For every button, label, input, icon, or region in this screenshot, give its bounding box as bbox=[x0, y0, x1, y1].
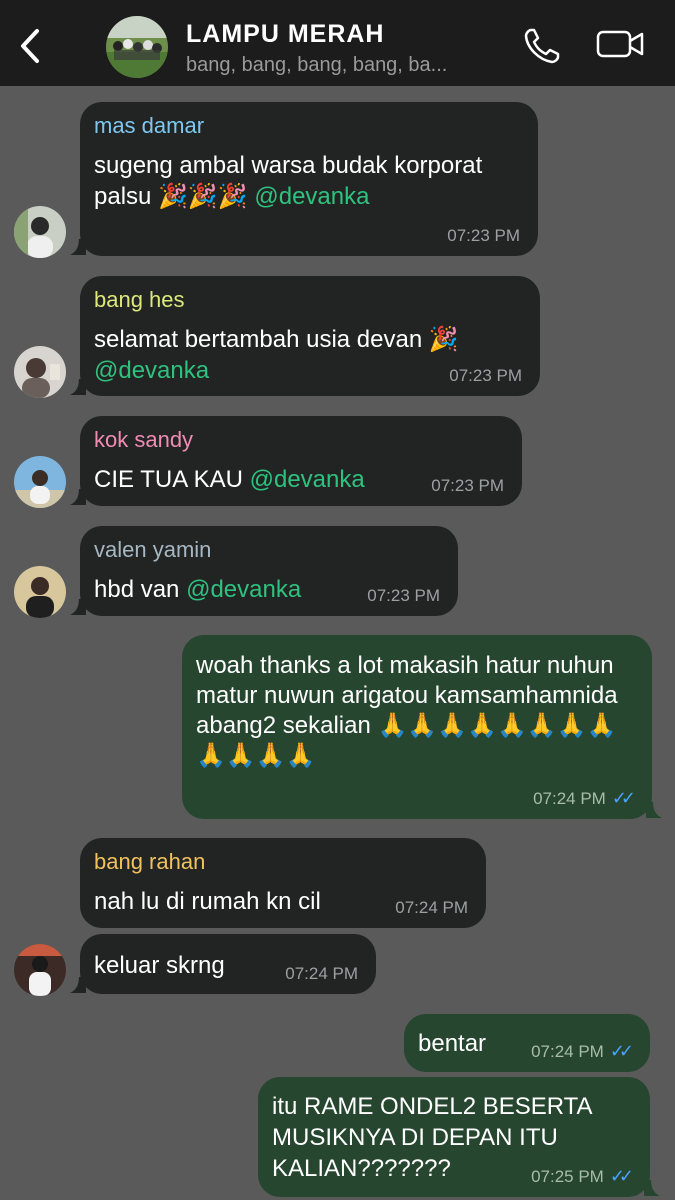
message-bubble-outgoing[interactable]: bentar 07:24 PM ✓✓ bbox=[404, 1014, 650, 1072]
message-meta: 07:25 PM ✓✓ bbox=[531, 1166, 634, 1187]
message-bubble-outgoing[interactable]: woah thanks a lot makasih hatur nuhun ma… bbox=[182, 635, 652, 819]
message-time: 07:24 PM bbox=[533, 788, 606, 808]
message-bubble[interactable]: mas damar sugeng ambal warsa budak korpo… bbox=[80, 102, 538, 256]
message-time: 07:24 PM bbox=[395, 898, 468, 917]
read-receipt-icon: ✓✓ bbox=[609, 1041, 634, 1061]
group-members-subtitle[interactable]: bang, bang, bang, bang, ba... bbox=[186, 54, 516, 77]
mention-link[interactable]: @devanka bbox=[254, 183, 369, 210]
message-time: 07:23 PM bbox=[431, 476, 504, 495]
message-text: sugeng ambal warsa budak korporat palsu … bbox=[94, 152, 483, 210]
sender-name: bang hes bbox=[94, 287, 185, 312]
message-bubble[interactable]: valen yamin hbd van @devanka 07:23 PM bbox=[80, 526, 458, 616]
mention-link[interactable]: @devanka bbox=[94, 357, 209, 384]
mention-link[interactable]: @devanka bbox=[250, 466, 365, 493]
video-call-button[interactable] bbox=[596, 28, 648, 64]
bubble-tail bbox=[646, 802, 662, 818]
message-meta: 07:24 PM ✓✓ bbox=[531, 1041, 634, 1062]
bubble-tail bbox=[70, 489, 86, 505]
message-time: 07:24 PM bbox=[531, 1041, 604, 1061]
message-time: 07:23 PM bbox=[447, 226, 520, 245]
message-time: 07:25 PM bbox=[531, 1166, 604, 1186]
back-button[interactable] bbox=[8, 20, 52, 72]
phone-icon bbox=[524, 28, 560, 64]
avatar-bang-hes[interactable] bbox=[14, 346, 66, 398]
group-avatar[interactable] bbox=[106, 16, 168, 78]
message-bubble[interactable]: bang hes selamat bertambah usia devan 🎉 @… bbox=[80, 276, 540, 396]
message-bubble-outgoing[interactable]: itu RAME ONDEL2 BESERTA MUSIKNYA DI DEPA… bbox=[258, 1077, 650, 1197]
message-time: 07:23 PM bbox=[367, 586, 440, 605]
bubble-tail bbox=[70, 239, 86, 255]
bubble-tail bbox=[644, 1180, 660, 1196]
message-bubble[interactable]: keluar skrng 07:24 PM bbox=[80, 934, 376, 994]
mention-link[interactable]: @devanka bbox=[186, 576, 301, 603]
message-text: woah thanks a lot makasih hatur nuhun ma… bbox=[196, 652, 618, 769]
bubble-tail bbox=[70, 599, 86, 615]
message-meta: 07:24 PM ✓✓ bbox=[533, 788, 636, 809]
sender-name: valen yamin bbox=[94, 537, 212, 562]
chat-header: LAMPU MERAH bang, bang, bang, bang, ba..… bbox=[0, 0, 675, 86]
avatar-valen-yamin[interactable] bbox=[14, 566, 66, 618]
chevron-left-icon bbox=[21, 29, 39, 63]
bubble-tail bbox=[70, 379, 86, 395]
message-time: 07:24 PM bbox=[285, 964, 358, 983]
read-receipt-icon: ✓✓ bbox=[611, 788, 636, 808]
video-camera-icon bbox=[596, 30, 644, 58]
sender-name: mas damar bbox=[94, 113, 205, 138]
avatar-kok-sandy[interactable] bbox=[14, 456, 66, 508]
bubble-tail bbox=[70, 977, 86, 993]
sender-name: bang rahan bbox=[94, 849, 206, 874]
voice-call-button[interactable] bbox=[522, 26, 566, 66]
message-time: 07:23 PM bbox=[449, 366, 522, 385]
read-receipt-icon: ✓✓ bbox=[609, 1166, 634, 1186]
message-bubble[interactable]: bang rahan nah lu di rumah kn cil 07:24 … bbox=[80, 838, 486, 928]
group-title[interactable]: LAMPU MERAH bbox=[186, 20, 385, 49]
sender-name: kok sandy bbox=[94, 427, 194, 452]
avatar-bang-rahan[interactable] bbox=[14, 944, 66, 996]
message-bubble[interactable]: kok sandy CIE TUA KAU @devanka 07:23 PM bbox=[80, 416, 522, 506]
avatar-mas-damar[interactable] bbox=[14, 206, 66, 258]
